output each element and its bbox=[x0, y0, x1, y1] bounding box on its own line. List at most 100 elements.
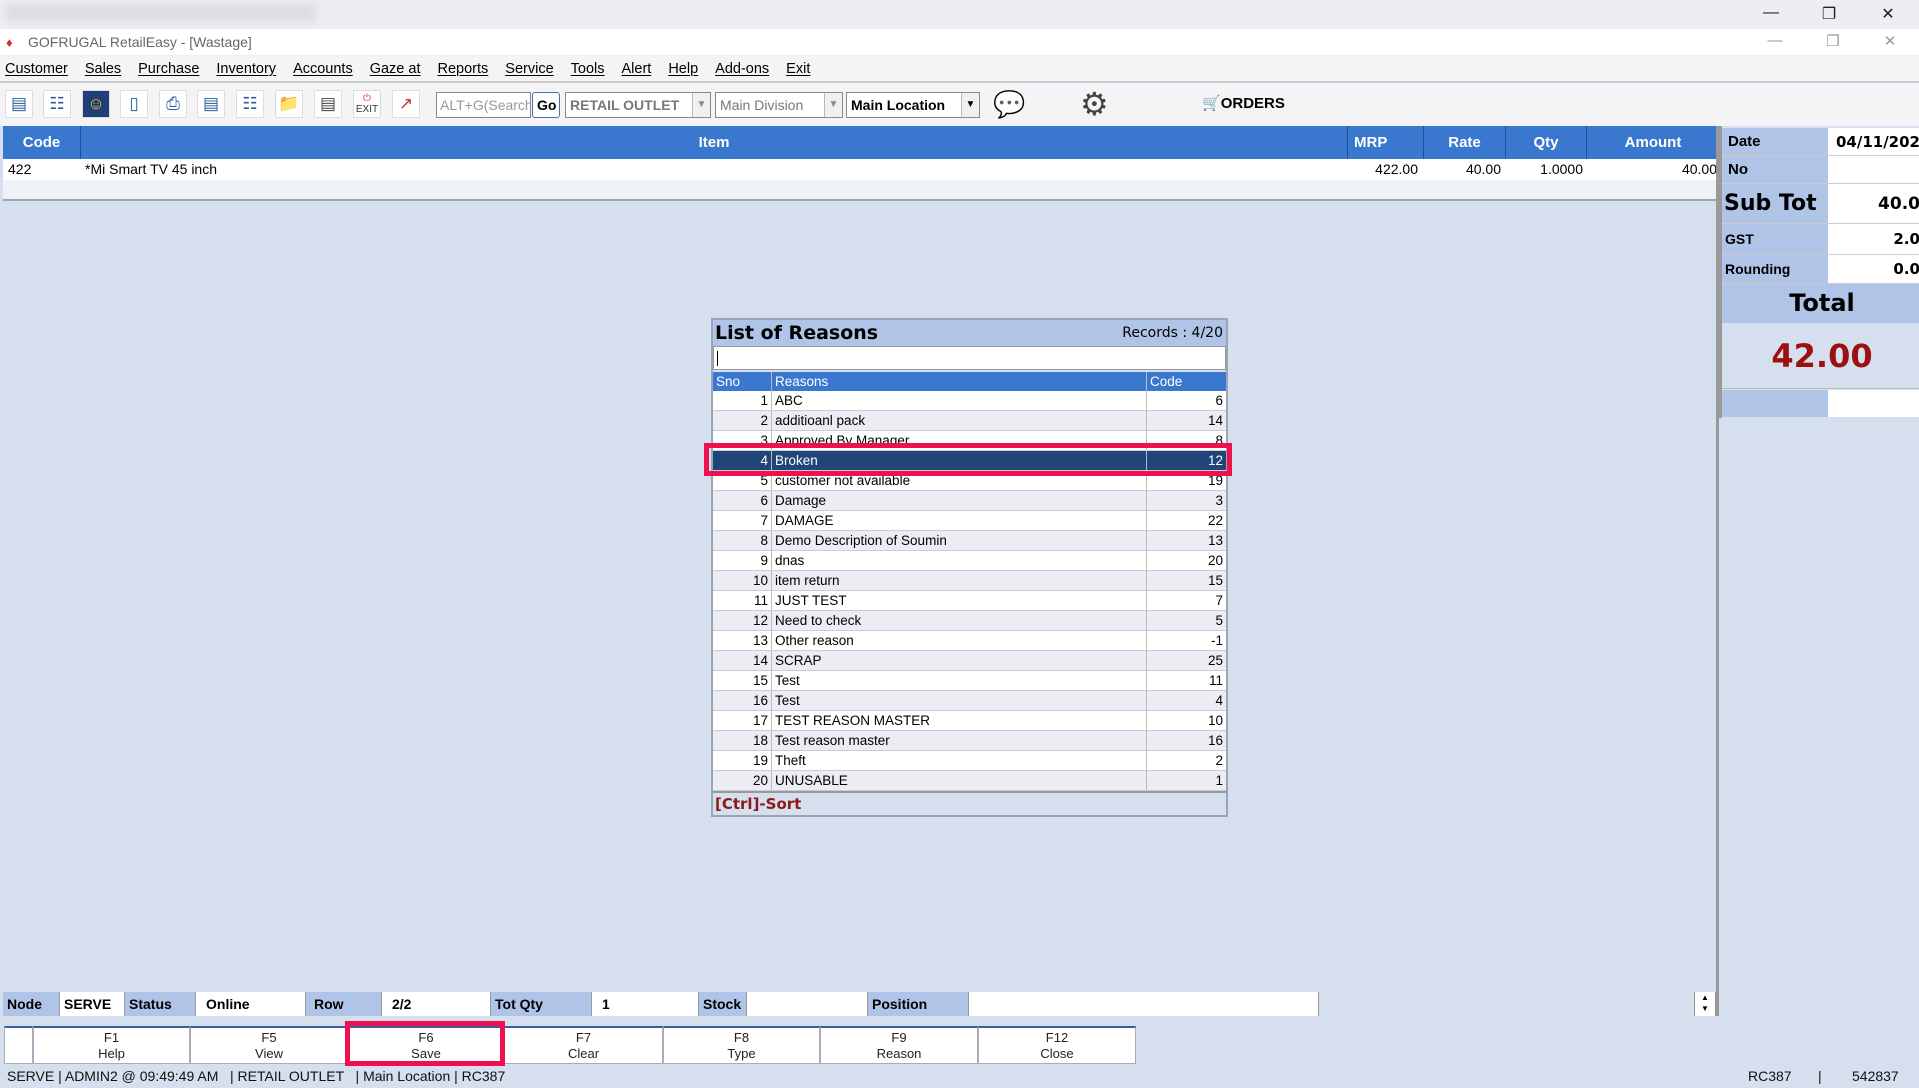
clear-button[interactable]: F7 Clear bbox=[504, 1026, 663, 1064]
exit-icon[interactable]: ⏻ EXIT bbox=[353, 90, 381, 118]
status-scrollbar[interactable]: ▲ ▼ bbox=[1695, 992, 1716, 1016]
reason-row[interactable]: 7 DAMAGE 22 bbox=[713, 511, 1226, 531]
cell-item: *Mi Smart TV 45 inch bbox=[85, 161, 218, 177]
mdi-restore-icon[interactable]: ❐ bbox=[1818, 32, 1848, 50]
invoice-cart-icon[interactable]: ☷ bbox=[43, 90, 71, 118]
reason-sno: 18 bbox=[713, 731, 772, 750]
menu-alert[interactable]: Alert bbox=[622, 61, 652, 77]
reason-name: Other reason bbox=[772, 631, 1147, 650]
reason-row[interactable]: 8 Demo Description of Soumin 13 bbox=[713, 531, 1226, 551]
reason-row[interactable]: 11 JUST TEST 7 bbox=[713, 591, 1226, 611]
reason-search-input[interactable] bbox=[713, 346, 1226, 370]
reason-name: SCRAP bbox=[772, 651, 1147, 670]
menu-accounts[interactable]: Accounts bbox=[293, 61, 353, 77]
chart-icon[interactable]: ▤ bbox=[314, 90, 342, 118]
menu-exit[interactable]: Exit bbox=[786, 61, 810, 77]
reason-row[interactable]: 2 additioanl pack 14 bbox=[713, 411, 1226, 431]
col-sno[interactable]: Sno bbox=[713, 372, 772, 391]
reason-row[interactable]: 1 ABC 6 bbox=[713, 391, 1226, 411]
folder-icon[interactable]: 📁 bbox=[275, 90, 303, 118]
customers-icon[interactable]: ☺ bbox=[82, 90, 110, 118]
reason-row[interactable]: 17 TEST REASON MASTER 10 bbox=[713, 711, 1226, 731]
reason-row[interactable]: 13 Other reason -1 bbox=[713, 631, 1226, 651]
reason-row[interactable]: 18 Test reason master 16 bbox=[713, 731, 1226, 751]
barcode-icon[interactable]: ▯ bbox=[120, 90, 148, 118]
menu-tools[interactable]: Tools bbox=[571, 61, 605, 77]
col-qty[interactable]: Qty bbox=[1506, 126, 1587, 159]
col-item[interactable]: Item bbox=[81, 126, 1348, 159]
no-value[interactable] bbox=[1828, 156, 1919, 184]
minimize-icon[interactable]: — bbox=[1756, 4, 1786, 22]
division-select[interactable]: Main Division ▼ bbox=[715, 92, 843, 118]
reason-row[interactable]: 5 customer not available 19 bbox=[713, 471, 1226, 491]
reason-code: 11 bbox=[1208, 673, 1223, 688]
location-select[interactable]: Main Location ▼ bbox=[846, 92, 980, 118]
outlet-select[interactable]: RETAIL OUTLET ▼ bbox=[565, 92, 711, 118]
search-input[interactable]: ALT+G(Search bbox=[436, 92, 531, 118]
reason-sno: 3 bbox=[713, 431, 772, 450]
mdi-close-icon[interactable]: ✕ bbox=[1875, 32, 1905, 50]
help-button[interactable]: F1 Help bbox=[33, 1026, 190, 1064]
reason-row[interactable]: 12 Need to check 5 bbox=[713, 611, 1226, 631]
table-row[interactable]: 422 *Mi Smart TV 45 inch 422.00 40.00 1.… bbox=[3, 159, 1719, 180]
close-icon[interactable]: ✕ bbox=[1873, 4, 1903, 24]
menu-gaze-at[interactable]: Gaze at bbox=[370, 61, 421, 77]
reason-row[interactable]: 3 Approved By Manager 8 bbox=[713, 431, 1226, 451]
reason-sno: 15 bbox=[713, 671, 772, 690]
report-icon[interactable]: ▤ bbox=[197, 90, 225, 118]
purchase-cart-icon[interactable]: ☷ bbox=[236, 90, 264, 118]
orders-label: ORDERS bbox=[1220, 95, 1285, 112]
document-icon[interactable]: ▤ bbox=[5, 90, 33, 118]
print-icon[interactable]: ⎙ bbox=[159, 90, 187, 118]
subtot-value: 40.0 bbox=[1828, 184, 1919, 224]
reason-row[interactable]: 10 item return 15 bbox=[713, 571, 1226, 591]
save-button[interactable]: F6 Save bbox=[348, 1026, 504, 1064]
rounding-label: Rounding bbox=[1722, 255, 1828, 284]
restore-icon[interactable]: ❐ bbox=[1814, 4, 1844, 24]
reason-row[interactable]: 15 Test 11 bbox=[713, 671, 1226, 691]
orders-button[interactable]: 🛒ORDERS bbox=[1202, 94, 1285, 112]
menu-reports[interactable]: Reports bbox=[438, 61, 489, 77]
date-value[interactable]: 04/11/202 bbox=[1828, 128, 1919, 156]
reason-row[interactable]: 14 SCRAP 25 bbox=[713, 651, 1226, 671]
menu-service[interactable]: Service bbox=[505, 61, 553, 77]
graph-icon[interactable]: ↗ bbox=[392, 90, 420, 118]
reason-sno: 9 bbox=[713, 551, 772, 570]
col-reason-code[interactable]: Code bbox=[1147, 372, 1226, 391]
col-rate[interactable]: Rate bbox=[1424, 126, 1506, 159]
col-mrp[interactable]: MRP bbox=[1348, 126, 1424, 159]
menu-inventory[interactable]: Inventory bbox=[216, 61, 276, 77]
view-button[interactable]: F5 View bbox=[190, 1026, 348, 1064]
reason-row[interactable]: 9 dnas 20 bbox=[713, 551, 1226, 571]
menu-help[interactable]: Help bbox=[668, 61, 698, 77]
reason-row[interactable]: 16 Test 4 bbox=[713, 691, 1226, 711]
records-count: Records : 4/20 bbox=[1122, 325, 1223, 341]
menu-customer[interactable]: Customer bbox=[5, 61, 68, 77]
reason-row[interactable]: 4 Broken 12 bbox=[713, 451, 1226, 471]
reason-sno: 6 bbox=[713, 491, 772, 510]
reason-code: 25 bbox=[1207, 653, 1223, 668]
col-reasons[interactable]: Reasons bbox=[772, 372, 1147, 391]
col-code[interactable]: Code bbox=[3, 126, 81, 159]
type-button[interactable]: F8 Type bbox=[663, 1026, 820, 1064]
close-button[interactable]: F12 Close bbox=[978, 1026, 1136, 1064]
reason-row[interactable]: 6 Damage 3 bbox=[713, 491, 1226, 511]
reason-name: dnas bbox=[772, 551, 1147, 570]
menu-add-ons[interactable]: Add-ons bbox=[715, 61, 769, 77]
fkey-label: F1 bbox=[103, 1030, 120, 1045]
reason-row[interactable]: 19 Theft 2 bbox=[713, 751, 1226, 771]
mdi-minimize-icon[interactable]: — bbox=[1760, 32, 1790, 49]
summary-blank-value bbox=[1828, 390, 1919, 417]
reason-row[interactable]: 20 UNUSABLE 1 bbox=[713, 771, 1226, 791]
fkey-label: F6 bbox=[418, 1030, 434, 1045]
chat-icon[interactable]: 💬 bbox=[993, 89, 1025, 120]
grid-empty-row[interactable] bbox=[3, 180, 1719, 201]
col-amount[interactable]: Amount bbox=[1587, 126, 1719, 159]
gear-icon[interactable]: ⚙ bbox=[1080, 85, 1109, 123]
reason-sno: 13 bbox=[713, 631, 772, 650]
division-value: Main Division bbox=[720, 97, 804, 113]
menu-purchase[interactable]: Purchase bbox=[138, 61, 199, 77]
menu-sales[interactable]: Sales bbox=[85, 61, 121, 77]
go-button[interactable]: Go bbox=[532, 92, 560, 118]
reason-button[interactable]: F9 Reason bbox=[820, 1026, 978, 1064]
